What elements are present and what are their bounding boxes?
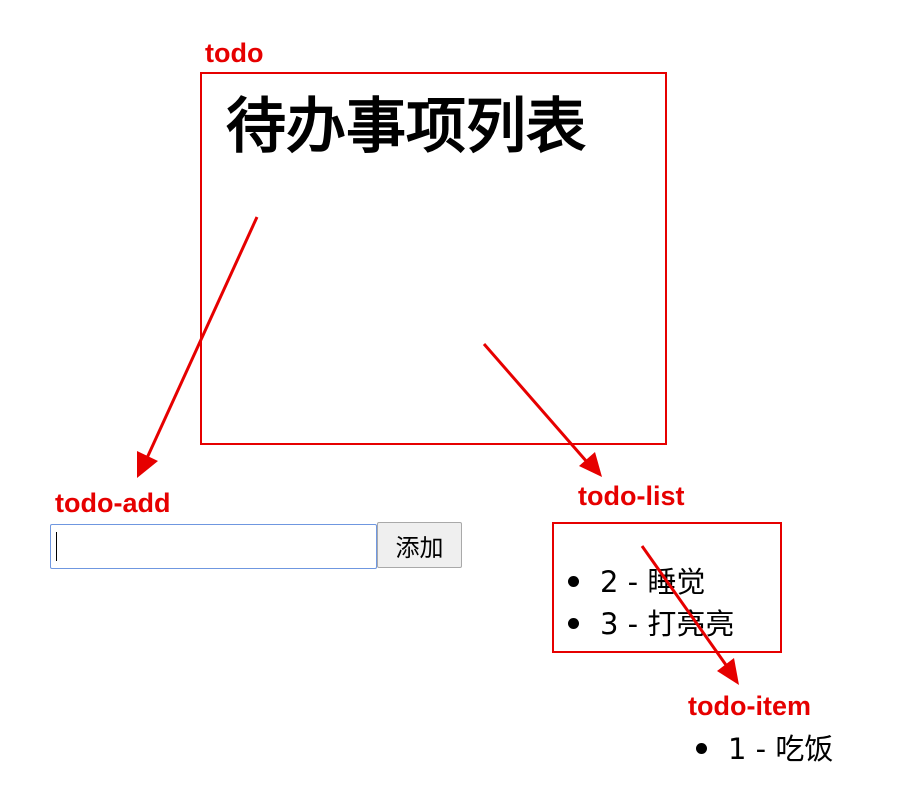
list-item: 2 - 睡觉 [568,568,705,597]
list-item: 3 - 打亮亮 [568,610,734,639]
todo-list-component-label: todo-list [578,481,685,511]
todo-add-component-label: todo-add [55,488,171,518]
list-item-text: 2 - 睡觉 [600,565,706,599]
todo-item-example: 1 - 吃饭 [696,735,833,764]
todo-item-text: 1 - 吃饭 [728,732,834,766]
page-title: 待办事项列表 [226,92,586,162]
bullet-icon [696,742,707,754]
todo-component-label: todo [205,38,264,68]
todo-add-input[interactable] [50,524,377,569]
bullet-icon [568,617,579,629]
list-item-text: 3 - 打亮亮 [600,607,735,641]
todo-item-component-label: todo-item [688,691,811,721]
text-caret [56,532,57,561]
add-button[interactable]: 添加 [377,522,462,568]
bullet-icon [568,575,579,587]
